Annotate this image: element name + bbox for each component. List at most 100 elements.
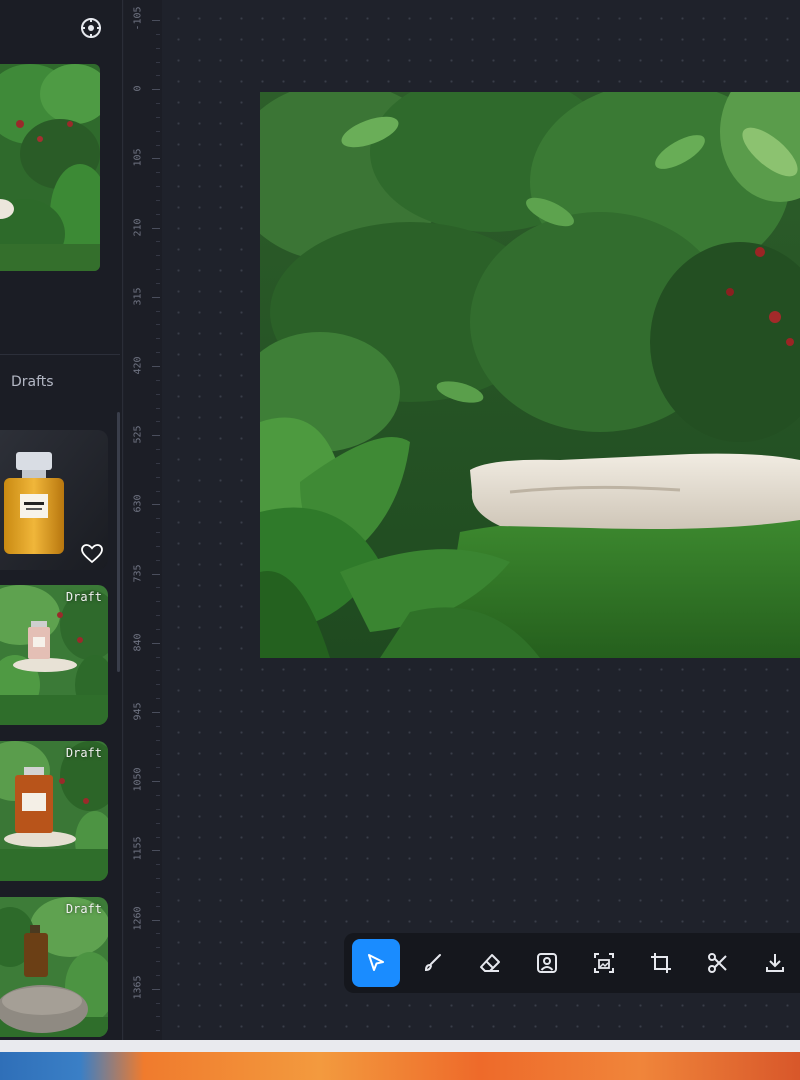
ruler-label: 525 [132, 425, 144, 444]
ruler-minor-tick [156, 698, 160, 700]
scissors-icon[interactable] [694, 939, 742, 987]
ruler-minor-tick [156, 933, 160, 935]
ruler-tick [152, 20, 160, 21]
ruler-minor-tick [156, 449, 160, 451]
ruler-minor-tick [156, 421, 160, 423]
select-arrow-icon[interactable] [352, 939, 400, 987]
ruler-minor-tick [156, 269, 160, 271]
bottom-bar [0, 1040, 800, 1052]
ruler-minor-tick [156, 352, 160, 354]
ruler-minor-tick [156, 338, 160, 340]
ruler-minor-tick [156, 532, 160, 534]
panel-scrollbar[interactable] [117, 412, 120, 672]
ruler-minor-tick [156, 130, 160, 132]
draft-badge: Draft [65, 746, 102, 760]
ruler-tick [152, 573, 160, 575]
ruler-minor-tick [156, 878, 160, 880]
ruler-minor-tick [156, 864, 160, 866]
ruler-minor-tick [156, 462, 160, 464]
ruler-minor-tick [156, 587, 160, 589]
eraser-icon[interactable] [466, 939, 514, 987]
ruler-minor-tick [156, 1030, 160, 1032]
ruler-label: 945 [132, 702, 144, 721]
ruler-minor-tick [156, 808, 160, 810]
ruler-label: 1260 [132, 906, 144, 931]
ruler-minor-tick [156, 255, 160, 257]
ruler-minor-tick [156, 116, 160, 118]
ruler-minor-tick [156, 684, 160, 686]
draft-badge: Draft [65, 590, 102, 604]
ruler-minor-tick [156, 891, 160, 893]
canvas-area[interactable] [162, 0, 800, 1040]
ruler-minor-tick [156, 795, 160, 797]
ruler-minor-tick [156, 905, 160, 907]
bottom-toolbar [344, 933, 800, 993]
vertical-ruler: -105 0 105 210 315 420 525 630 735 840 945 1050 1155… [124, 0, 162, 1046]
crosshair-icon[interactable] [78, 15, 104, 41]
taskbar [0, 1052, 800, 1080]
drafts-tab[interactable]: Drafts [11, 374, 54, 390]
preview-thumbnail[interactable] [0, 64, 100, 271]
ruler-tick [152, 366, 160, 367]
ruler-minor-tick [156, 836, 160, 838]
heart-icon[interactable] [80, 542, 104, 566]
ruler-label: 630 [132, 494, 144, 513]
ruler-minor-tick [156, 1002, 160, 1004]
ruler-tick [152, 919, 160, 921]
ruler-label: 105 [132, 148, 144, 167]
ruler-minor-tick [156, 407, 160, 409]
draft-card[interactable]: Draft [0, 897, 108, 1037]
ruler-minor-tick [156, 628, 160, 630]
ruler-minor-tick [156, 559, 160, 561]
canvas-image[interactable] [260, 92, 800, 658]
ruler-minor-tick [156, 947, 160, 949]
draft-badge: Draft [65, 902, 102, 916]
ruler-minor-tick [156, 310, 160, 312]
ruler-minor-tick [156, 282, 160, 284]
ruler-minor-tick [156, 199, 160, 201]
ruler-minor-tick [156, 172, 160, 174]
ruler-label: 1050 [132, 767, 144, 792]
ruler-label: 315 [132, 287, 144, 306]
ruler-tick [152, 850, 160, 852]
ruler-tick [152, 227, 160, 229]
ruler-minor-tick [156, 739, 160, 741]
ruler-minor-tick [156, 518, 160, 520]
ruler-minor-tick [156, 767, 160, 769]
ruler-minor-tick [156, 61, 160, 63]
ruler-tick [152, 89, 160, 91]
ruler-minor-tick [156, 974, 160, 976]
ruler-minor-tick [156, 670, 160, 672]
ruler-minor-tick [156, 213, 160, 215]
ruler-tick [152, 712, 160, 713]
ruler-label: 735 [132, 564, 144, 583]
portrait-icon[interactable] [523, 939, 571, 987]
ruler-tick [152, 988, 160, 990]
ruler-tick [152, 642, 160, 644]
ruler-minor-tick [156, 961, 160, 963]
ruler-minor-tick [156, 476, 160, 478]
brush-icon[interactable] [409, 939, 457, 987]
draft-card[interactable]: Draft [0, 585, 108, 725]
ruler-minor-tick [156, 241, 160, 243]
image-expand-icon[interactable] [580, 939, 628, 987]
download-icon[interactable] [751, 939, 799, 987]
left-panel: Drafts Draft Draft Draft [0, 0, 123, 1040]
ruler-minor-tick [156, 144, 160, 146]
ruler-minor-tick [156, 601, 160, 603]
ruler-minor-tick [156, 379, 160, 381]
ruler-minor-tick [156, 725, 160, 727]
panel-divider [0, 354, 120, 355]
crop-icon[interactable] [637, 939, 685, 987]
ruler-minor-tick [156, 656, 160, 658]
ruler-label: 1365 [132, 975, 144, 1000]
ruler-label: 840 [132, 633, 144, 652]
ruler-minor-tick [156, 753, 160, 755]
ruler-minor-tick [156, 75, 160, 77]
draft-card[interactable] [0, 430, 108, 570]
ruler-minor-tick [156, 1016, 160, 1018]
ruler-tick [152, 504, 160, 506]
ruler-label: 420 [132, 356, 144, 375]
draft-card[interactable]: Draft [0, 741, 108, 881]
ruler-label: 210 [132, 218, 144, 237]
